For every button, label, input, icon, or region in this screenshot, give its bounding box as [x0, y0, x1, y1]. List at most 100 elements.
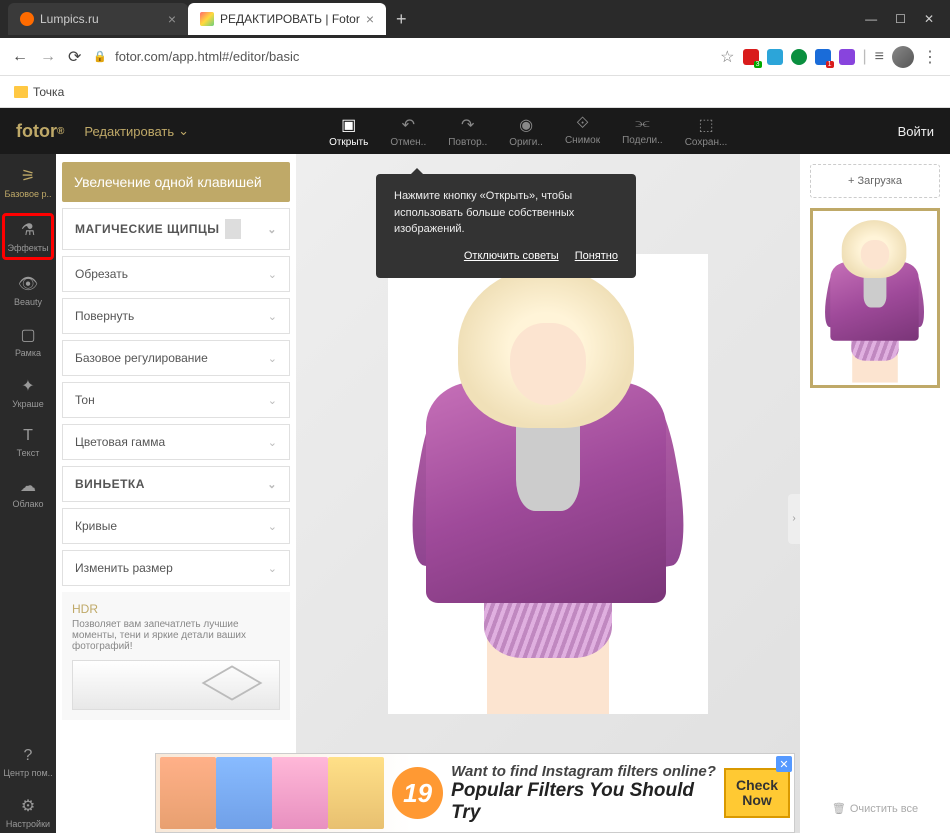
upload-button[interactable]: + Загрузка [810, 164, 940, 198]
lumpics-favicon [20, 12, 34, 26]
original-icon: ◉ [519, 115, 533, 135]
chevron-down-icon: ⌄ [268, 268, 277, 281]
rail-text[interactable]: TТекст [0, 423, 56, 462]
extensions: ☆ 3 1 | ≡ ⋮ [720, 46, 938, 68]
hdr-promo[interactable]: HDR Позволяет вам запечатлеть лучшие мом… [62, 592, 290, 720]
ext-icon-2[interactable] [767, 49, 783, 65]
bookmark-tochka[interactable]: Точка [14, 85, 64, 99]
redo-button[interactable]: ↷Повтор.. [448, 115, 487, 148]
address-bar[interactable]: 🔒 fotor.com/app.html#/editor/basic [93, 49, 708, 64]
redo-icon: ↷ [461, 115, 474, 135]
flask-icon: ⚗ [21, 220, 35, 240]
trash-icon: 🗑 [832, 802, 846, 815]
fotor-logo[interactable]: fotor® [16, 121, 64, 142]
hint-tooltip: Нажмите кнопку «Открыть», чтобы использо… [376, 174, 636, 278]
acc-tone[interactable]: Тон⌄ [62, 382, 290, 418]
image-thumbnail[interactable] [810, 208, 940, 388]
frame-icon: ▢ [20, 325, 35, 345]
acc-curves[interactable]: Кривые⌄ [62, 508, 290, 544]
fotor-app: fotor® Редактировать ⌄ ▣Открыть ↶Отмен..… [0, 108, 950, 833]
bookmark-label: Точка [33, 85, 64, 99]
tooltip-dismiss[interactable]: Отключить советы [464, 248, 559, 265]
cloud-icon: ☁ [20, 476, 36, 496]
close-icon[interactable]: × [168, 11, 176, 27]
rail-settings[interactable]: ⚙Настройки [0, 792, 56, 833]
browser-tab-fotor[interactable]: РЕДАКТИРОВАТЬ | Fotor × [188, 3, 386, 35]
gear-icon: ⚙ [21, 796, 35, 816]
maximize-icon[interactable]: ☐ [895, 12, 906, 26]
edit-dropdown[interactable]: Редактировать ⌄ [84, 123, 189, 139]
ext-icon-4[interactable]: 1 [815, 49, 831, 65]
fotor-favicon [200, 12, 214, 26]
acc-resize[interactable]: Изменить размер⌄ [62, 550, 290, 586]
ext-icon-5[interactable] [839, 49, 855, 65]
folder-icon [14, 86, 28, 98]
acc-rotate[interactable]: Повернуть⌄ [62, 298, 290, 334]
back-button[interactable]: ← [12, 48, 28, 66]
acc-basic[interactable]: Базовое регулирование⌄ [62, 340, 290, 376]
ad-number: 19 [392, 767, 443, 819]
forward-button[interactable]: → [40, 48, 56, 66]
close-icon[interactable]: × [366, 11, 374, 27]
url-text: fotor.com/app.html#/editor/basic [115, 49, 299, 64]
tooltip-text: Нажмите кнопку «Открыть», чтобы использо… [394, 188, 618, 238]
clear-all-button[interactable]: 🗑 Очистить все [810, 794, 940, 823]
undo-button[interactable]: ↶Отмен.. [390, 115, 426, 148]
chevron-down-icon: ⌄ [268, 436, 277, 449]
tab-title: РЕДАКТИРОВАТЬ | Fotor [220, 12, 360, 26]
reading-list-icon[interactable]: ≡ [875, 48, 884, 66]
snapshot-button[interactable]: ⟐Снимок [565, 115, 600, 148]
chevron-down-icon: ⌄ [268, 562, 277, 575]
rail-help[interactable]: ?Центр пом.. [0, 743, 56, 782]
share-icon: ⫘ [635, 115, 649, 133]
open-button[interactable]: ▣Открыть [329, 115, 368, 148]
chevron-down-icon: ⌄ [267, 223, 277, 236]
expand-panel-button[interactable]: › [788, 494, 800, 544]
canvas-image[interactable] [388, 254, 708, 714]
login-button[interactable]: Войти [898, 124, 934, 139]
close-icon[interactable]: ✕ [924, 12, 934, 26]
browser-toolbar: ← → ⟳ 🔒 fotor.com/app.html#/editor/basic… [0, 38, 950, 76]
original-button[interactable]: ◉Ориги.. [509, 115, 543, 148]
rail-basic[interactable]: ⚞Базовое р.. [0, 162, 56, 203]
minimize-icon[interactable]: — [865, 12, 877, 26]
acc-color[interactable]: Цветовая гамма⌄ [62, 424, 290, 460]
top-tools: ▣Открыть ↶Отмен.. ↷Повтор.. ◉Ориги.. ⟐Сн… [329, 115, 727, 148]
acc-vignette[interactable]: ВИНЬЕТКА⌄ [62, 466, 290, 502]
rail-cloud[interactable]: ☁Облако [0, 472, 56, 513]
chevron-down-icon: ⌄ [178, 123, 189, 139]
star-icon[interactable]: ☆ [720, 47, 734, 67]
tab-title: Lumpics.ru [40, 12, 99, 26]
share-button[interactable]: ⫘Подели.. [622, 115, 663, 148]
rail-effects[interactable]: ⚗Эффекты [2, 213, 54, 260]
save-icon: ⬚ [698, 115, 713, 135]
acc-crop[interactable]: Обрезать⌄ [62, 256, 290, 292]
ad-thumb [328, 757, 384, 829]
ad-thumb [160, 757, 216, 829]
ad-banner[interactable]: 19 Want to find Instagram filters online… [155, 753, 795, 833]
ad-cta-button[interactable]: CheckNow [724, 768, 790, 819]
ext-icon-1[interactable]: 3 [743, 49, 759, 65]
profile-avatar[interactable] [892, 46, 914, 68]
reload-button[interactable]: ⟳ [68, 47, 81, 67]
rail-beauty[interactable]: 👁Beauty [0, 270, 56, 311]
browser-tab-lumpics[interactable]: Lumpics.ru × [8, 3, 188, 35]
menu-icon[interactable]: ⋮ [922, 47, 938, 67]
tooltip-ok[interactable]: Понятно [575, 248, 618, 265]
right-panel: + Загрузка 🗑 Очистить все [800, 154, 950, 833]
new-tab-button[interactable]: + [386, 9, 417, 30]
sliders-icon: ⚞ [21, 166, 35, 186]
ext-icon-3[interactable] [791, 49, 807, 65]
acc-magic[interactable]: МАГИЧЕСКИЕ ЩИПЦЫ⌄ [62, 208, 290, 250]
side-panel: Увелечение одной клавишей МАГИЧЕСКИЕ ЩИП… [56, 154, 296, 833]
chevron-down-icon: ⌄ [268, 520, 277, 533]
save-button[interactable]: ⬚Сохран... [685, 115, 728, 148]
rail-frame[interactable]: ▢Рамка [0, 321, 56, 362]
ribbon-icon [225, 219, 241, 239]
ad-thumb [272, 757, 328, 829]
camera-icon: ⟐ [576, 115, 589, 133]
ad-close-button[interactable]: ✕ [776, 756, 792, 772]
rail-sticker[interactable]: ✦Украше [0, 372, 56, 413]
image-icon: ▣ [341, 115, 356, 135]
left-rail: ⚞Базовое р.. ⚗Эффекты 👁Beauty ▢Рамка ✦Ук… [0, 154, 56, 833]
